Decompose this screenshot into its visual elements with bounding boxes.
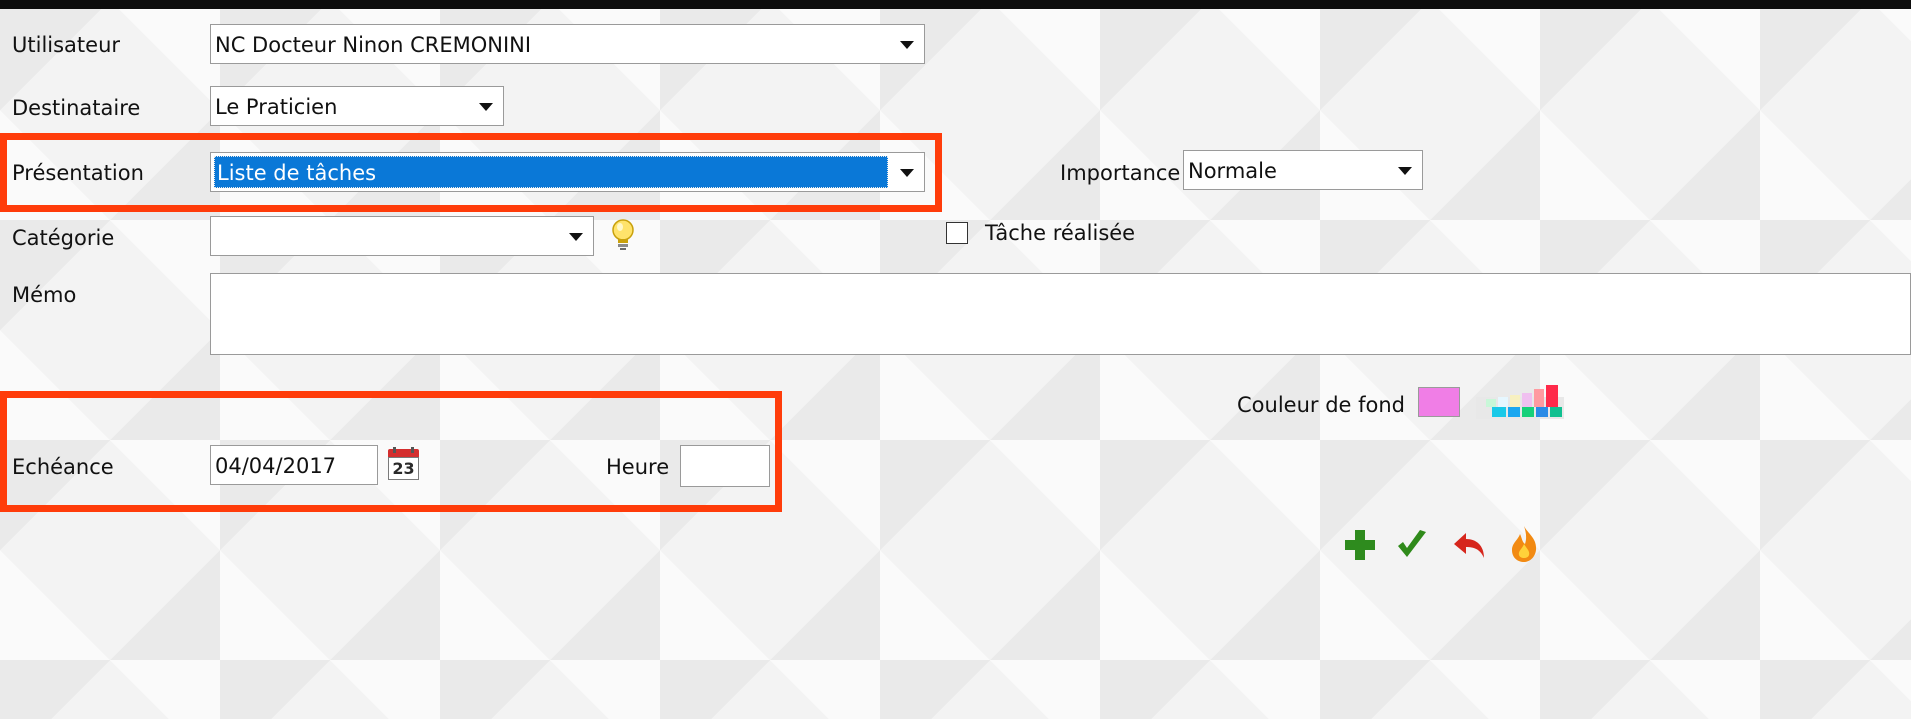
memo-textarea[interactable] [210,273,1911,355]
heure-input[interactable] [680,445,770,487]
importance-label: Importance [1060,161,1181,185]
echeance-value: 04/04/2017 [215,454,337,478]
chevron-down-icon[interactable] [479,103,493,111]
memo-label: Mémo [12,283,77,307]
chevron-down-icon[interactable] [900,41,914,49]
destinataire-value: Le Praticien [215,95,338,119]
calendar-ring [411,447,414,453]
tache-realisee-label: Tâche réalisée [985,221,1136,245]
echeance-date-input[interactable]: 04/04/2017 [210,445,378,485]
chevron-down-icon[interactable] [1398,167,1412,175]
background-color-swatch[interactable] [1418,387,1460,417]
presentation-label: Présentation [12,161,144,185]
couleur-fond-label: Couleur de fond [1237,393,1405,417]
categorie-label: Catégorie [12,226,115,250]
presentation-value: Liste de tâches [217,161,377,185]
color-palette-icon[interactable] [1476,385,1564,419]
fire-icon[interactable] [1508,524,1540,564]
presentation-select[interactable]: Liste de tâches [210,152,925,192]
undo-icon[interactable] [1452,530,1486,560]
calendar-ring [393,447,396,453]
echeance-label: Echéance [12,455,114,479]
chevron-down-icon[interactable] [569,233,583,241]
importance-value: Normale [1188,159,1277,183]
plus-icon[interactable] [1343,528,1377,562]
utilisateur-select[interactable]: NC Docteur Ninon CREMONINI [210,24,925,64]
tache-realisee-checkbox[interactable] [946,222,968,244]
categorie-select[interactable] [210,216,594,256]
check-icon[interactable] [1395,528,1429,562]
utilisateur-label: Utilisateur [12,33,121,57]
importance-select[interactable]: Normale [1183,150,1423,190]
heure-label: Heure [606,455,670,479]
calendar-icon[interactable]: 23 [388,447,419,481]
utilisateur-value: NC Docteur Ninon CREMONINI [215,33,532,57]
chevron-down-icon[interactable] [900,169,914,177]
destinataire-select[interactable]: Le Praticien [210,86,504,126]
window-top-bar [0,0,1911,9]
calendar-day: 23 [388,457,419,480]
destinataire-label: Destinataire [12,96,141,120]
lightbulb-icon[interactable] [610,218,636,252]
